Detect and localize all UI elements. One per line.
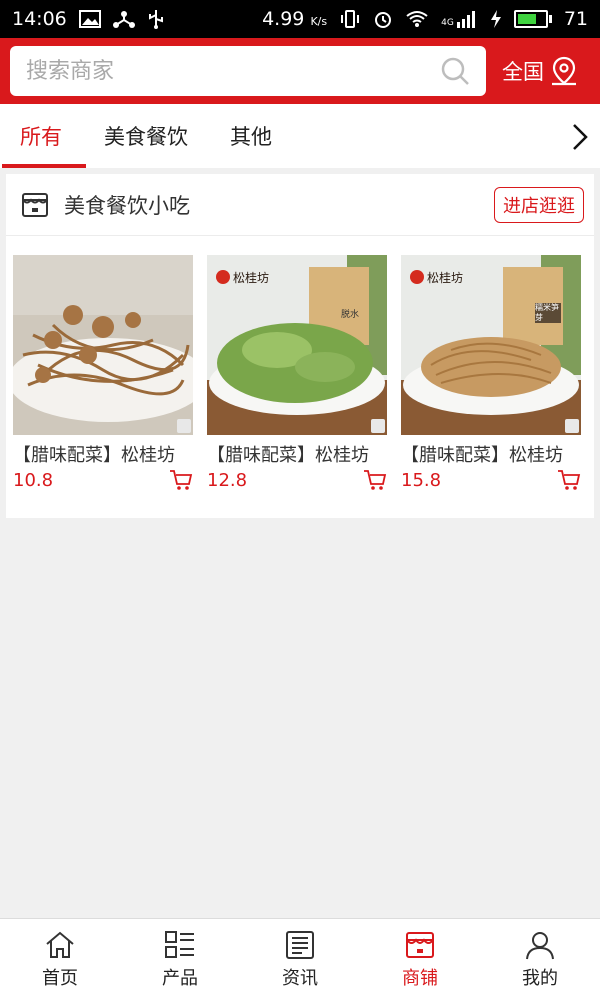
store-icon bbox=[406, 931, 434, 958]
shop-card: 美食餐饮小吃 进店逛逛 【腊味配菜】松桂坊 10.8 松桂坊 脱水 【腊味配菜】… bbox=[6, 174, 594, 518]
category-tabs: 所有 美食餐饮 其他 bbox=[0, 104, 600, 168]
status-time: 14:06 bbox=[12, 8, 67, 30]
cart-icon[interactable] bbox=[363, 469, 387, 491]
home-icon bbox=[46, 931, 74, 958]
product-card[interactable]: 松桂坊 脱水 【腊味配菜】松桂坊 12.8 bbox=[207, 255, 387, 491]
product-image[interactable]: 松桂坊 脱水 bbox=[207, 255, 387, 435]
search-icon[interactable] bbox=[440, 56, 470, 86]
cart-icon[interactable] bbox=[169, 469, 193, 491]
package-label: 糯米笋芽 bbox=[535, 303, 561, 323]
search-input[interactable] bbox=[26, 58, 406, 84]
network-speed-unit: K/s bbox=[310, 15, 328, 28]
battery-icon bbox=[513, 10, 552, 28]
product-price: 10.8 bbox=[13, 469, 54, 491]
mushroom-photo bbox=[13, 255, 193, 435]
tab-food-dining[interactable]: 美食餐饮 bbox=[104, 104, 188, 168]
vibrate-icon bbox=[341, 10, 360, 28]
product-title: 【腊味配菜】松桂坊 bbox=[207, 445, 369, 466]
product-title: 【腊味配菜】松桂坊 bbox=[401, 445, 563, 466]
nav-news[interactable]: 资讯 bbox=[240, 919, 360, 1000]
user-icon bbox=[526, 931, 554, 959]
network-speed: 4.99 bbox=[262, 8, 305, 30]
nav-profile[interactable]: 我的 bbox=[480, 919, 600, 1000]
product-card[interactable]: 【腊味配菜】松桂坊 10.8 bbox=[13, 255, 193, 491]
chevron-right-icon[interactable] bbox=[570, 122, 590, 152]
wifi-icon bbox=[406, 11, 428, 27]
location-pin-icon bbox=[552, 56, 576, 86]
battery-percent: 71 bbox=[563, 8, 588, 30]
status-right: 4.99 K/s 4G 71 bbox=[262, 8, 588, 30]
brand-logo-text: 松桂坊 bbox=[233, 271, 270, 285]
product-image[interactable]: 松桂坊 糯米笋芽 bbox=[401, 255, 581, 435]
bottom-navigation: 首页 产品 资讯 商铺 我的 bbox=[0, 918, 600, 1000]
zoom-icon bbox=[565, 419, 579, 433]
charging-icon bbox=[490, 10, 501, 28]
news-icon bbox=[286, 930, 314, 959]
brand-logo-text: 松桂坊 bbox=[427, 271, 464, 285]
region-label: 全国 bbox=[502, 60, 544, 84]
package-label: 脱水 bbox=[341, 310, 360, 320]
image-notification-icon bbox=[78, 10, 101, 28]
zoom-icon bbox=[371, 419, 385, 433]
zoom-icon bbox=[177, 419, 191, 433]
usb-icon bbox=[148, 10, 163, 29]
status-bar: 14:06 4.99 K/s 4G 71 bbox=[0, 0, 600, 38]
tab-other[interactable]: 其他 bbox=[230, 104, 272, 168]
tab-all[interactable]: 所有 bbox=[2, 104, 86, 168]
cart-icon[interactable] bbox=[557, 469, 581, 491]
nav-home[interactable]: 首页 bbox=[0, 919, 120, 1000]
product-price: 12.8 bbox=[207, 469, 248, 491]
shop-name: 美食餐饮小吃 bbox=[64, 193, 190, 218]
visit-store-button[interactable]: 进店逛逛 bbox=[494, 186, 584, 223]
search-box[interactable] bbox=[10, 46, 486, 96]
region-selector[interactable]: 全国 bbox=[502, 56, 578, 86]
product-list: 【腊味配菜】松桂坊 10.8 松桂坊 脱水 【腊味配菜】松桂坊 12.8 松桂坊… bbox=[13, 255, 581, 491]
product-title: 【腊味配菜】松桂坊 bbox=[13, 445, 175, 466]
nav-stores[interactable]: 商铺 bbox=[360, 919, 480, 1000]
nav-products[interactable]: 产品 bbox=[120, 919, 240, 1000]
network-type: 4G bbox=[441, 18, 454, 28]
alarm-icon bbox=[375, 12, 392, 28]
share-notification-icon bbox=[112, 11, 135, 28]
shop-header: 美食餐饮小吃 进店逛逛 bbox=[6, 174, 594, 236]
store-icon bbox=[22, 192, 48, 217]
product-image[interactable] bbox=[13, 255, 193, 435]
grid-list-icon bbox=[165, 930, 194, 958]
product-price: 15.8 bbox=[401, 469, 442, 491]
status-left: 14:06 bbox=[12, 8, 165, 30]
product-card[interactable]: 松桂坊 糯米笋芽 【腊味配菜】松桂坊 15.8 bbox=[401, 255, 581, 491]
signal-icon bbox=[456, 11, 475, 28]
app-header: 全国 bbox=[0, 38, 600, 104]
